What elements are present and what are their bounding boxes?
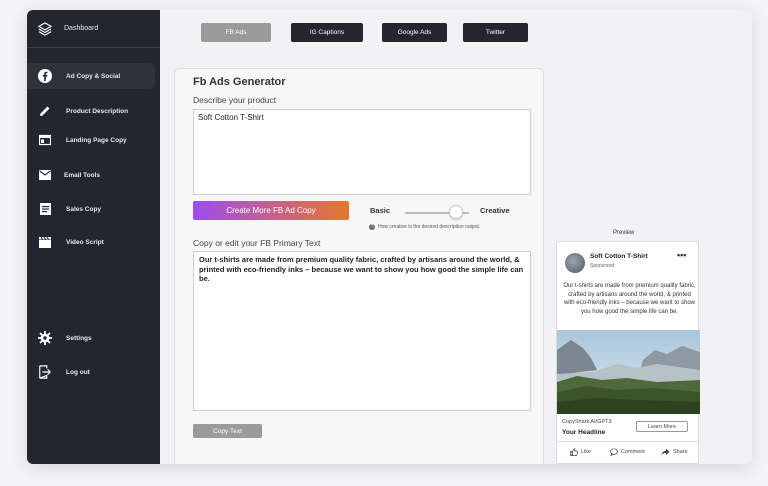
- like-button[interactable]: Like: [570, 448, 591, 456]
- creativity-slider-handle[interactable]: [449, 205, 464, 219]
- edit-label: Copy or edit your FB Primary Text: [193, 238, 321, 248]
- sidebar-item-label: Landing Page Copy: [66, 136, 127, 144]
- slider-help: ? How creative is the desired descriptio…: [369, 224, 480, 230]
- share-label: Share: [673, 449, 688, 455]
- app-window: Dashboard Ad Copy & Social Product Descr…: [27, 10, 752, 464]
- question-icon: ?: [369, 224, 375, 230]
- ad-preview: Soft Cotton T-Shirt Sponsored ••• Our t-…: [556, 241, 700, 464]
- slider-help-text: How creative is the desired description …: [378, 224, 481, 230]
- sidebar-item-label: Log out: [66, 368, 90, 376]
- logout-icon: [38, 365, 52, 379]
- comment-button[interactable]: Comment: [610, 448, 645, 456]
- sidebar-item-ad-copy-social[interactable]: Ad Copy & Social: [27, 63, 155, 89]
- slider-label-basic: Basic: [370, 206, 391, 215]
- more-options-icon[interactable]: •••: [677, 250, 686, 260]
- sidebar-item-sales-copy[interactable]: Sales Copy: [27, 196, 155, 222]
- product-description-input[interactable]: Soft Cotton T-Shirt: [193, 109, 531, 195]
- preview-brand: CopyShark AI/GPT3: [562, 419, 612, 425]
- sidebar-item-label: Settings: [66, 334, 92, 342]
- preview-label: Preview: [613, 230, 635, 236]
- sidebar-header-dashboard[interactable]: Dashboard: [27, 10, 160, 48]
- sidebar-item-product-description[interactable]: Product Description: [27, 98, 155, 124]
- preview-page-name: Soft Cotton T-Shirt: [590, 253, 648, 260]
- document-icon: [38, 202, 52, 216]
- tab-ig-captions[interactable]: IG Captions: [291, 23, 363, 42]
- pencil-icon: [38, 104, 52, 118]
- learn-more-button[interactable]: Learn More: [636, 421, 688, 432]
- primary-text-input[interactable]: Our t-shirts are made from premium quali…: [193, 251, 531, 411]
- sidebar-item-label: Email Tools: [64, 171, 100, 179]
- sidebar: Dashboard Ad Copy & Social Product Descr…: [27, 10, 160, 464]
- sidebar-item-label: Ad Copy & Social: [66, 72, 121, 80]
- preview-headline: Your Headline: [562, 429, 606, 436]
- thumbs-up-icon: [570, 448, 578, 456]
- sidebar-item-email-tools[interactable]: Email Tools: [27, 162, 155, 188]
- generator-card: Fb Ads Generator Describe your product S…: [174, 68, 544, 464]
- preview-text: Our t-shirts are made from premium quali…: [563, 283, 696, 315]
- share-button[interactable]: Share: [661, 448, 688, 456]
- sidebar-item-settings[interactable]: Settings: [27, 325, 155, 351]
- copy-text-button[interactable]: Copy Text: [193, 424, 262, 438]
- comment-icon: [610, 448, 618, 456]
- avatar: [565, 253, 585, 273]
- preview-sponsored: Sponsored: [590, 263, 615, 269]
- sidebar-item-label: Video Script: [66, 238, 104, 246]
- tab-fb-ads[interactable]: FB Ads: [201, 23, 271, 42]
- gear-icon: [38, 331, 52, 345]
- sidebar-header-label: Dashboard: [64, 25, 99, 32]
- share-icon: [661, 448, 670, 456]
- tab-google-ads[interactable]: Google Ads: [382, 23, 447, 42]
- create-more-button[interactable]: Create More FB Ad Copy: [193, 201, 349, 220]
- sidebar-item-label: Product Description: [66, 107, 129, 115]
- preview-image: [557, 330, 700, 414]
- page-title: Fb Ads Generator: [193, 76, 286, 88]
- like-label: Like: [581, 449, 592, 455]
- layers-icon: [38, 21, 52, 36]
- sidebar-item-landing-page-copy[interactable]: Landing Page Copy: [27, 127, 155, 153]
- slider-label-creative: Creative: [480, 206, 510, 215]
- clapperboard-icon: [38, 235, 52, 249]
- divider: [557, 441, 700, 442]
- describe-label: Describe your product: [193, 95, 277, 105]
- comment-label: Comment: [621, 449, 645, 455]
- main-content: FB Ads IG Captions Google Ads Twitter Fb…: [160, 10, 752, 464]
- landing-page-icon: [38, 133, 52, 147]
- sidebar-item-label: Sales Copy: [66, 205, 102, 213]
- facebook-icon: [38, 69, 52, 83]
- mail-icon: [38, 168, 52, 182]
- tab-twitter[interactable]: Twitter: [463, 23, 528, 42]
- sidebar-item-logout[interactable]: Log out: [27, 359, 155, 385]
- sidebar-item-video-script[interactable]: Video Script: [27, 229, 155, 255]
